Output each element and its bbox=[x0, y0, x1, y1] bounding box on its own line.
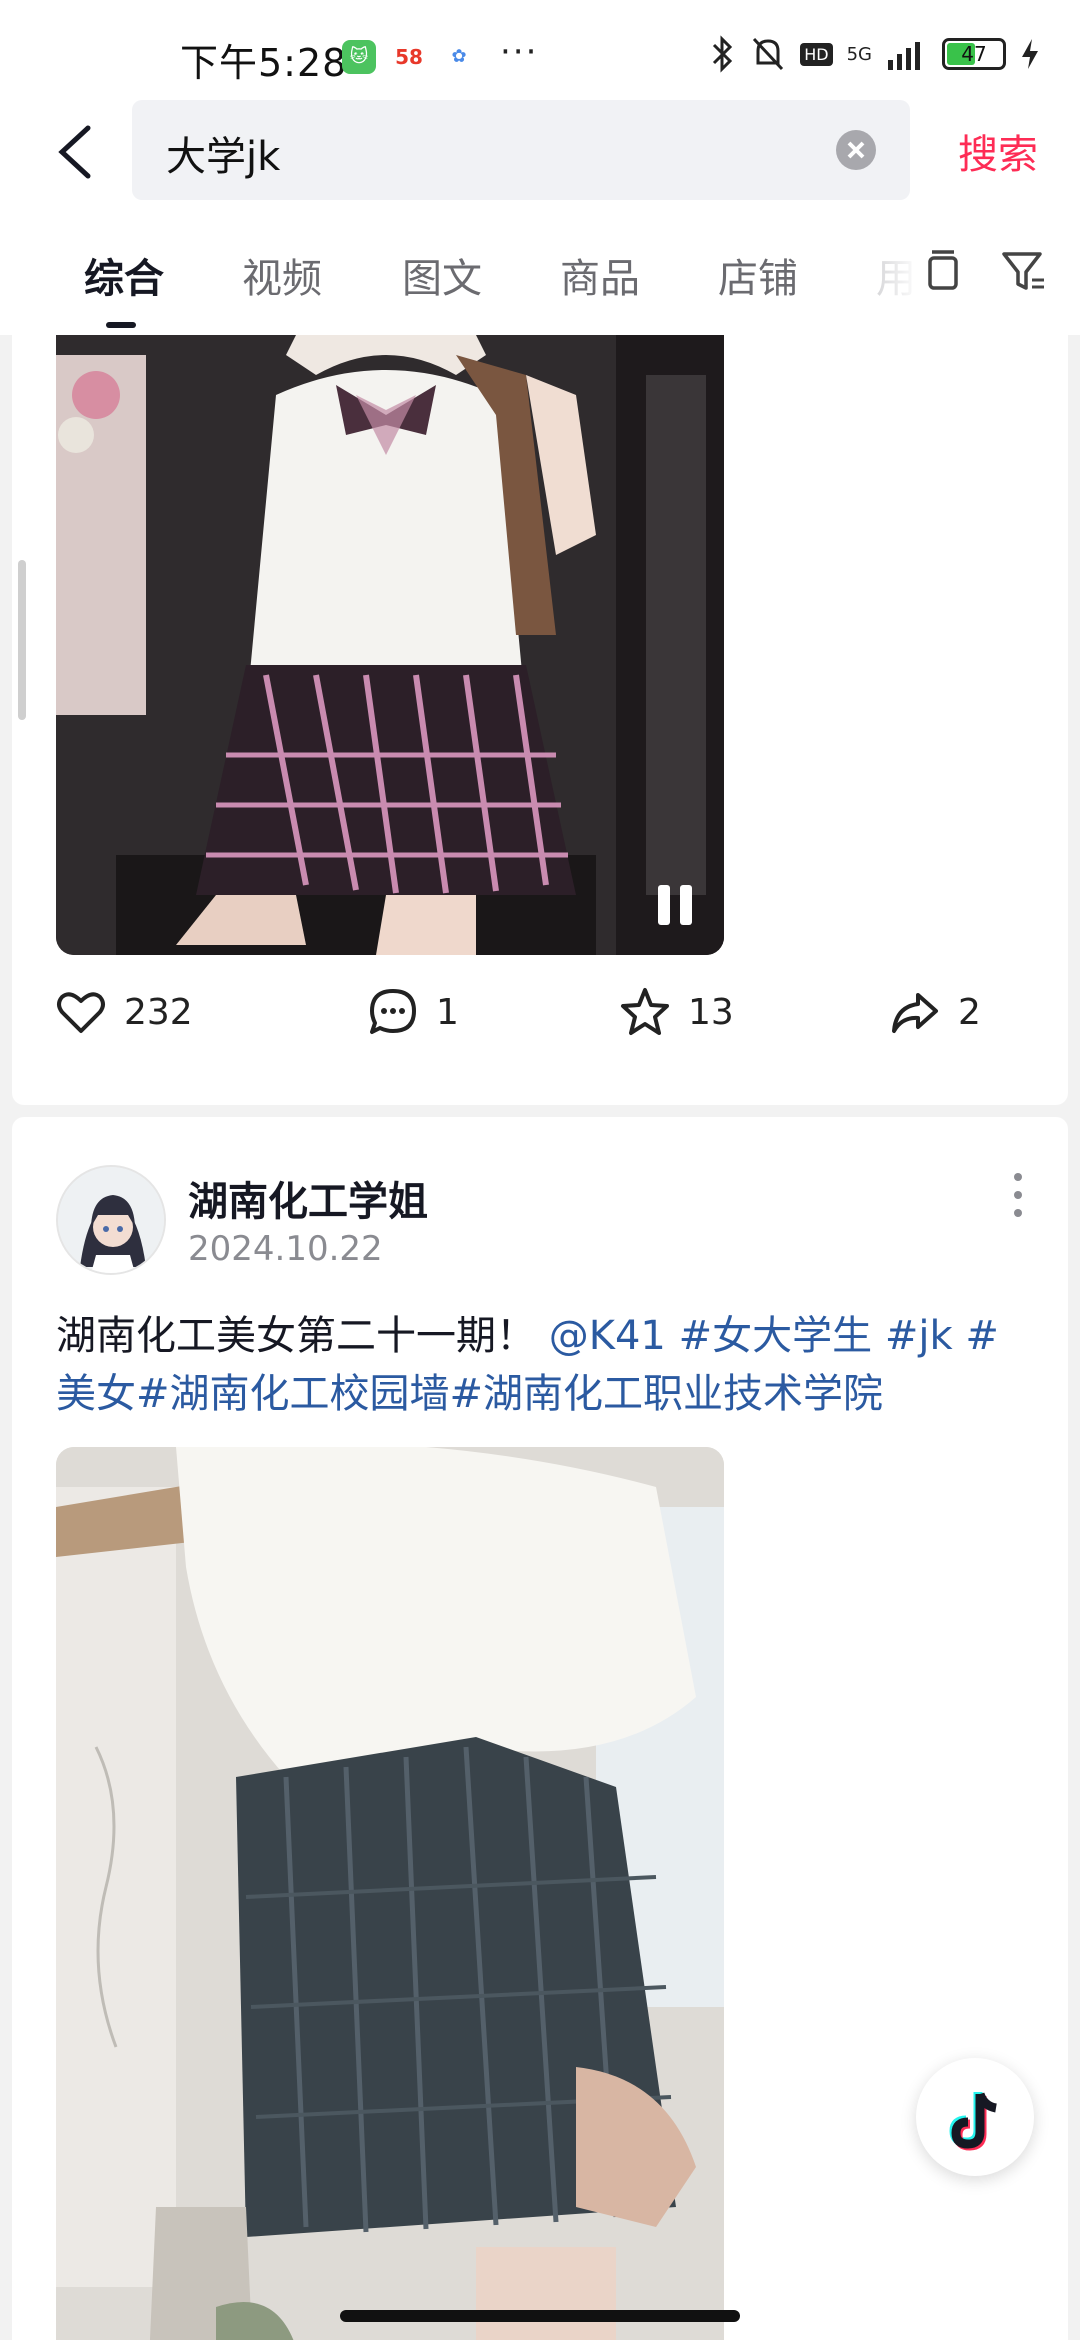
more-options-icon[interactable] bbox=[1012, 1173, 1024, 1221]
avatar[interactable] bbox=[56, 1165, 166, 1275]
tab-shops[interactable]: 店铺 bbox=[718, 246, 798, 304]
filter-icon[interactable] bbox=[998, 246, 1048, 296]
caption-text: 湖南化工美女第二十一期！ bbox=[56, 1313, 536, 1359]
clear-icon[interactable] bbox=[836, 130, 876, 170]
comment-button[interactable]: 1 bbox=[366, 985, 459, 1039]
star-icon bbox=[621, 988, 669, 1035]
active-tab-indicator bbox=[106, 322, 136, 328]
post-card: 湖南化工学姐 2024.10.22 湖南化工美女第二十一期！ @K41 #女大学… bbox=[12, 1117, 1068, 2340]
pause-icon[interactable] bbox=[658, 885, 694, 925]
hd-badge: HD bbox=[800, 42, 833, 66]
hashtag-link[interactable]: #湖南化工校园墙 bbox=[136, 1371, 450, 1417]
author-name[interactable]: 湖南化工学姐 bbox=[188, 1169, 428, 1227]
favorite-button[interactable]: 13 bbox=[618, 985, 734, 1039]
like-count: 232 bbox=[124, 991, 193, 1033]
scroll-indicator bbox=[18, 560, 26, 720]
post-caption: 湖南化工美女第二十一期！ @K41 #女大学生 #jk #美女#湖南化工校园墙#… bbox=[56, 1307, 1036, 1423]
heart-icon bbox=[57, 992, 105, 1033]
status-overflow: ··· bbox=[500, 32, 539, 72]
search-header: 大学jk 搜索 bbox=[0, 100, 1080, 210]
home-indicator[interactable] bbox=[340, 2310, 740, 2322]
share-arrow-icon bbox=[892, 993, 938, 1033]
hashtag-link[interactable]: #jk bbox=[885, 1313, 953, 1359]
tab-image-text[interactable]: 图文 bbox=[402, 246, 482, 304]
mention-link[interactable]: @K41 bbox=[549, 1313, 666, 1359]
search-button[interactable]: 搜索 bbox=[958, 122, 1038, 180]
signal-icon bbox=[888, 42, 920, 70]
search-results-feed: 232 1 13 2 湖南化工学姐 2024.10.22 湖南化工美女第二十一期… bbox=[0, 335, 1080, 2340]
layout-icon[interactable] bbox=[918, 246, 968, 296]
favorite-count: 13 bbox=[688, 991, 734, 1033]
like-button[interactable]: 232 bbox=[54, 985, 193, 1039]
comment-icon bbox=[370, 989, 416, 1034]
post-card: 232 1 13 2 bbox=[12, 335, 1068, 1105]
battery-icon: 47 bbox=[942, 38, 1006, 70]
tab-products[interactable]: 商品 bbox=[560, 246, 640, 304]
58-app-icon: 58 bbox=[392, 40, 426, 74]
post-video-thumbnail[interactable] bbox=[56, 335, 724, 955]
status-right: HD 5G 47 bbox=[710, 34, 1040, 74]
cat-app-icon: 🐱 bbox=[342, 40, 376, 74]
share-button[interactable]: 2 bbox=[888, 985, 981, 1039]
back-arrow-icon[interactable] bbox=[52, 122, 98, 182]
tab-comprehensive[interactable]: 综合 bbox=[84, 246, 164, 304]
post-actions: 232 1 13 2 bbox=[12, 965, 1068, 1065]
douyin-float-button[interactable] bbox=[916, 2058, 1034, 2176]
tab-video[interactable]: 视频 bbox=[242, 246, 322, 304]
hashtag-link[interactable]: #女大学生 bbox=[679, 1313, 873, 1359]
flower-app-icon: ✿ bbox=[442, 40, 476, 74]
status-bar: 下午5:28 🐱 58 ✿ ··· HD 5G 47 bbox=[0, 0, 1080, 100]
search-query: 大学jk bbox=[166, 134, 281, 180]
result-tabs: 综合 视频 图文 商品 店铺 用 bbox=[0, 210, 1080, 335]
mute-bell-icon bbox=[753, 37, 784, 71]
comment-count: 1 bbox=[436, 991, 459, 1033]
bluetooth-icon bbox=[713, 35, 733, 73]
status-time: 下午5:28 bbox=[180, 41, 348, 85]
post-video-thumbnail[interactable] bbox=[56, 1447, 724, 2340]
share-count: 2 bbox=[958, 991, 981, 1033]
video-frame-image bbox=[56, 1447, 724, 2340]
charging-icon bbox=[1022, 39, 1038, 69]
douyin-logo-icon bbox=[949, 2092, 997, 2151]
video-frame-image bbox=[56, 335, 724, 955]
tab-fade bbox=[860, 210, 920, 335]
post-date: 2024.10.22 bbox=[188, 1229, 383, 1269]
network-type: 5G bbox=[846, 43, 872, 65]
search-input[interactable]: 大学jk bbox=[132, 100, 910, 200]
hashtag-link[interactable]: #湖南化工职业技术学院 bbox=[450, 1371, 884, 1417]
